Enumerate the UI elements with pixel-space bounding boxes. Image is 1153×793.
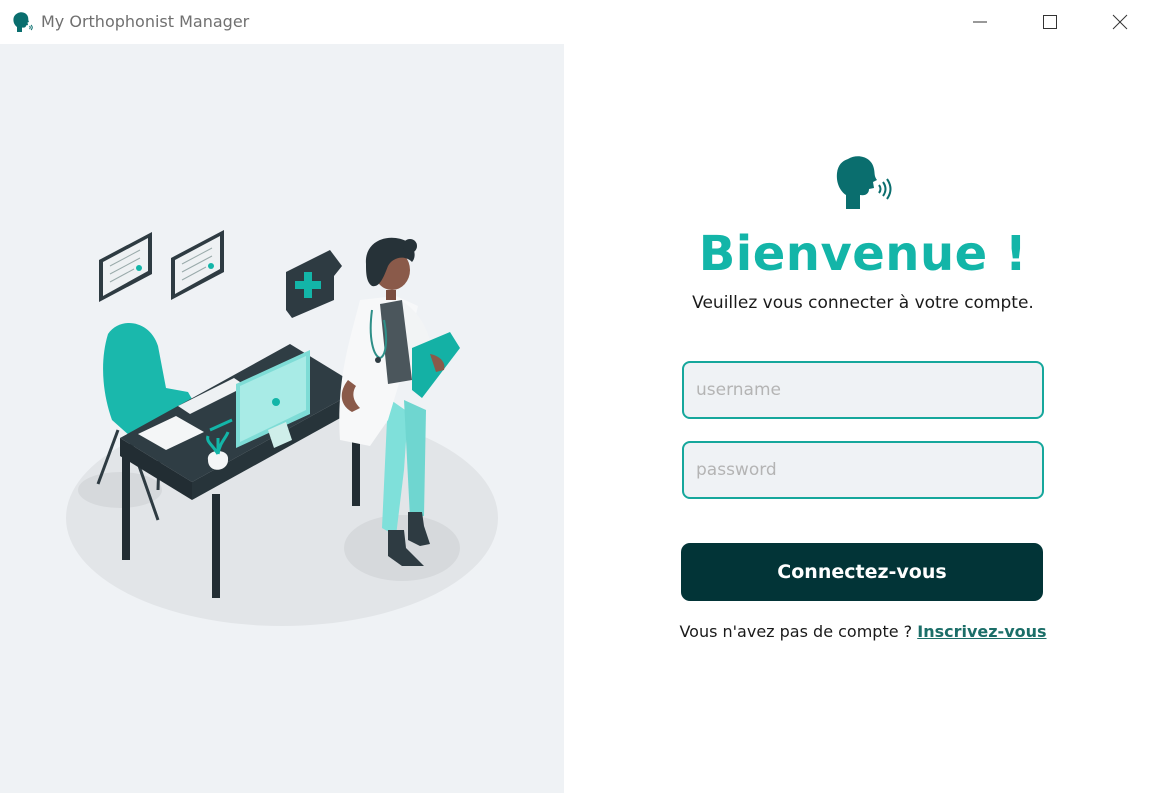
title-bar: My Orthophonist Manager <box>0 0 1153 44</box>
login-subtitle: Veuillez vous connecter à votre compte. <box>692 293 1034 313</box>
illustration-panel <box>0 44 564 793</box>
signup-link[interactable]: Inscrivez-vous <box>917 622 1046 641</box>
login-button[interactable]: Connectez-vous <box>681 543 1043 601</box>
signup-prompt: Vous n'avez pas de compte ? <box>679 622 918 641</box>
window-title: My Orthophonist Manager <box>41 12 250 31</box>
signup-row: Vous n'avez pas de compte ? Inscrivez-vo… <box>564 622 1153 641</box>
doctor-office-illustration <box>66 230 498 626</box>
password-field[interactable] <box>682 441 1044 499</box>
maximize-icon <box>1043 15 1057 29</box>
minimize-icon <box>973 21 987 23</box>
medical-cross-sign <box>286 250 342 318</box>
close-button[interactable] <box>1097 0 1143 44</box>
certificate-frame-1 <box>99 232 152 302</box>
maximize-button[interactable] <box>1027 0 1073 44</box>
speaking-head-icon <box>836 156 892 209</box>
minimize-button[interactable] <box>957 0 1003 44</box>
username-input[interactable] <box>684 363 1042 417</box>
welcome-heading: Bienvenue ! <box>698 226 1028 282</box>
close-icon <box>1112 14 1128 30</box>
password-input[interactable] <box>684 443 1042 497</box>
certificate-frame-2 <box>171 230 224 300</box>
username-field[interactable] <box>682 361 1044 419</box>
speaking-head-icon <box>13 12 33 33</box>
